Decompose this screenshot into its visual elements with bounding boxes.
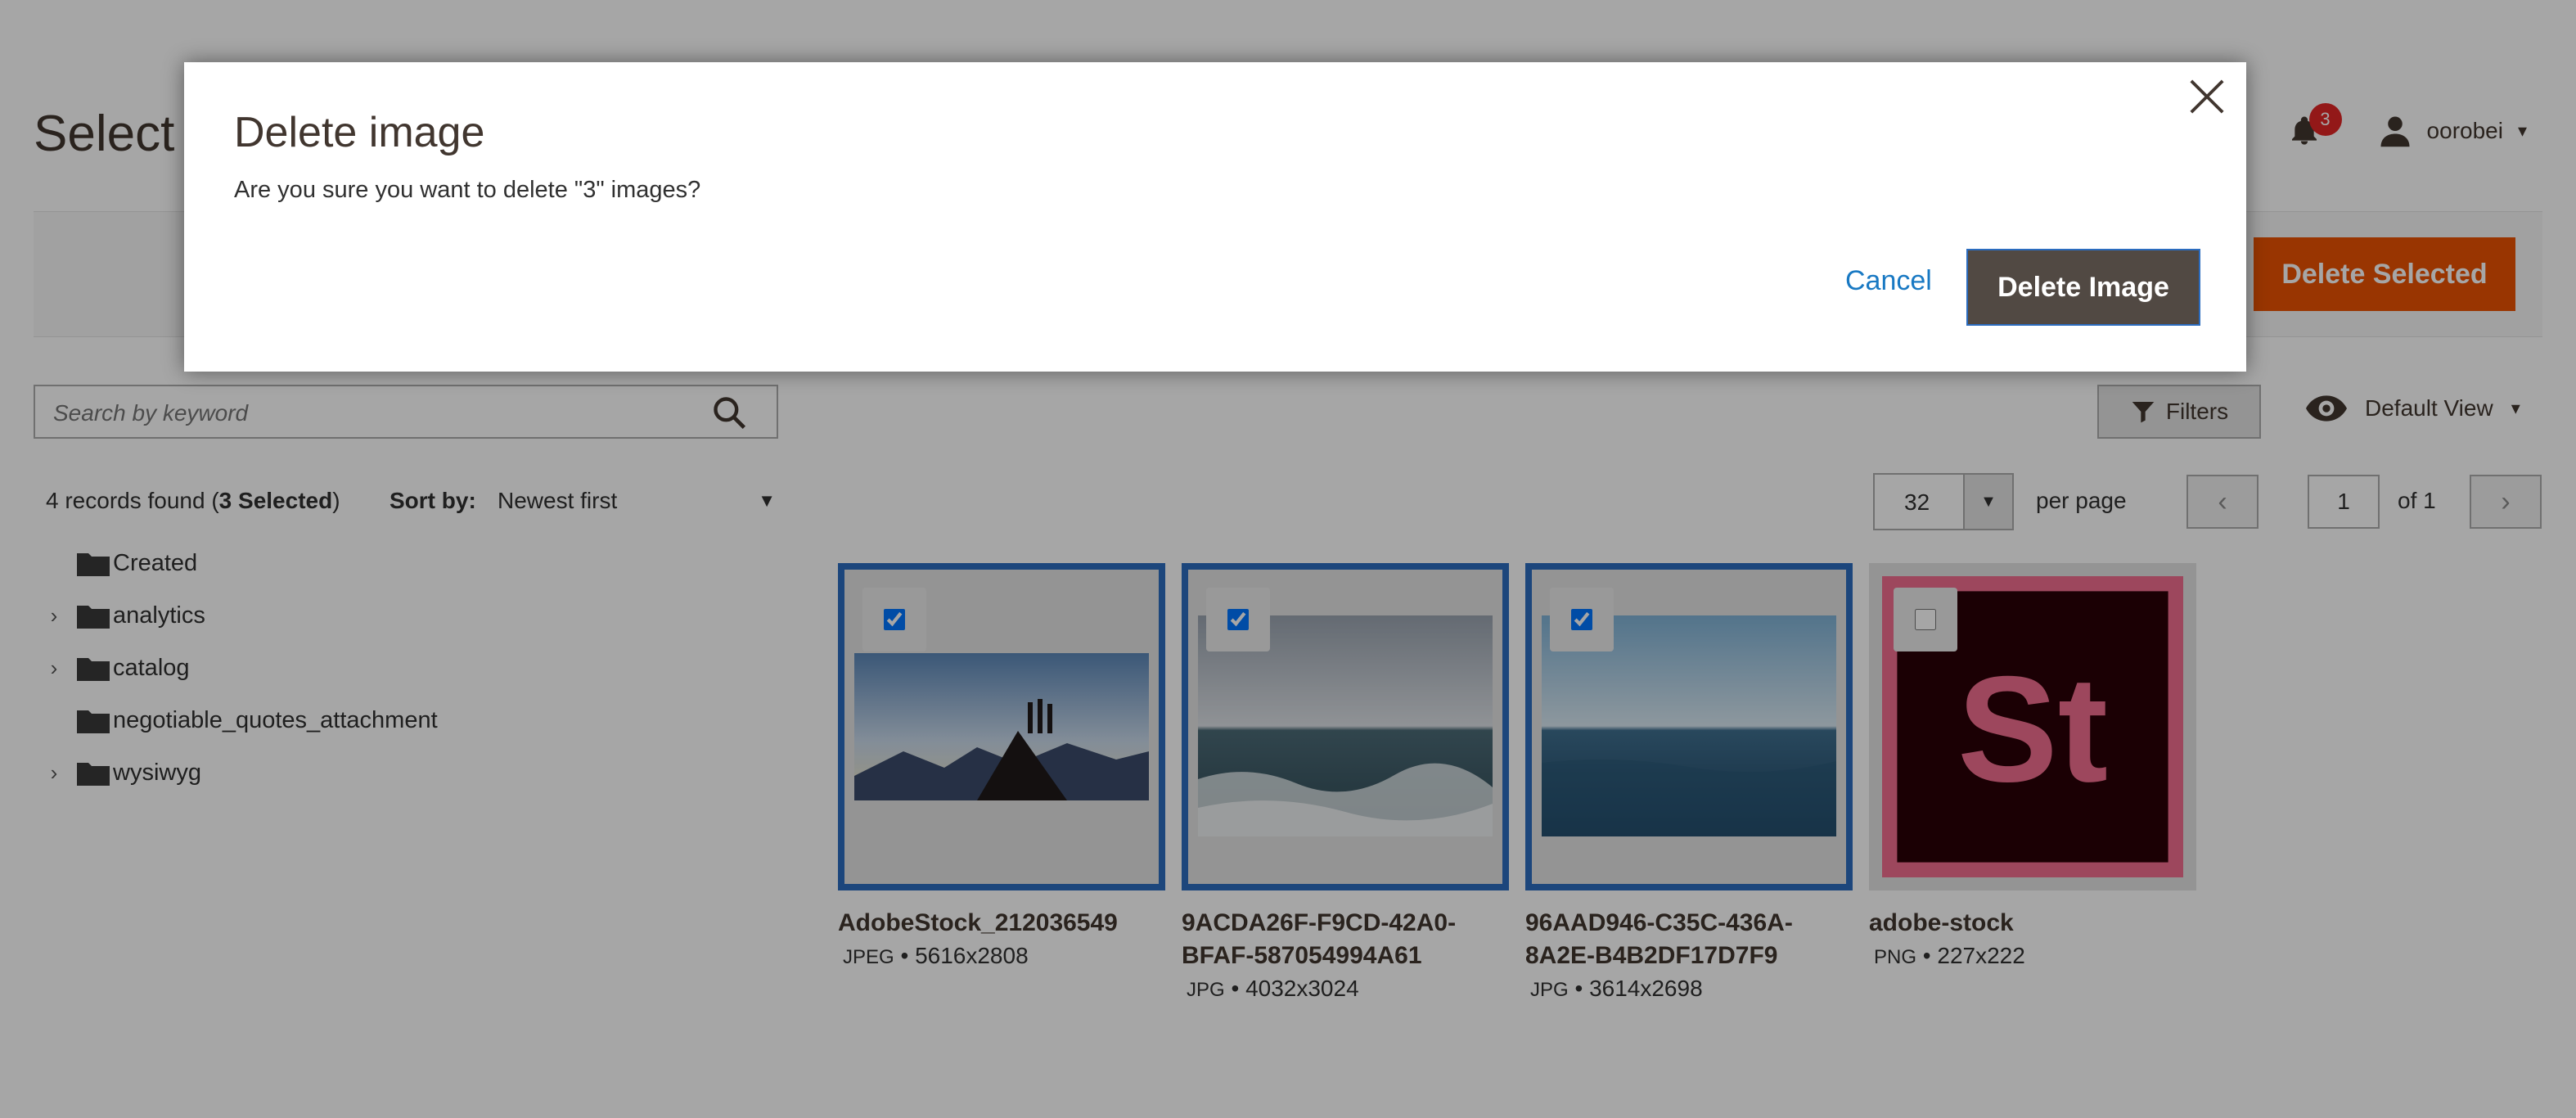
- cancel-button[interactable]: Cancel: [1845, 265, 1932, 297]
- modal-title: Delete image: [234, 109, 485, 156]
- close-icon: [2190, 79, 2224, 114]
- delete-image-modal: Delete image Are you sure you want to de…: [184, 62, 2246, 372]
- modal-message: Are you sure you want to delete "3" imag…: [234, 177, 701, 203]
- delete-image-button[interactable]: Delete Image: [1966, 249, 2200, 326]
- modal-close-button[interactable]: [2182, 72, 2231, 121]
